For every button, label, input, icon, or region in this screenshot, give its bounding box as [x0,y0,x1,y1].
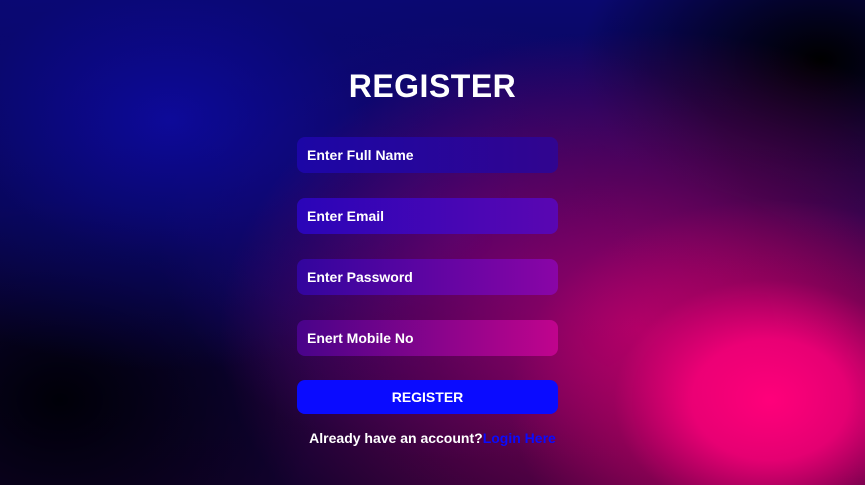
register-button[interactable]: REGISTER [297,380,558,414]
full-name-placeholder: Enter Full Name [307,147,414,163]
email-placeholder: Enter Email [307,208,385,224]
login-prompt-text: Already have an account? [309,430,483,446]
page-title: REGISTER [348,68,517,104]
full-name-input[interactable]: Enter Full Name [297,137,558,173]
login-prompt: Already have an account?Login Here [0,430,865,446]
mobile-input[interactable]: Enert Mobile No [297,320,558,356]
login-link[interactable]: Login Here [483,430,556,446]
mobile-placeholder: Enert Mobile No [307,330,414,346]
email-input[interactable]: Enter Email [297,198,558,234]
password-input[interactable]: Enter Password [297,259,558,295]
password-placeholder: Enter Password [307,269,413,285]
